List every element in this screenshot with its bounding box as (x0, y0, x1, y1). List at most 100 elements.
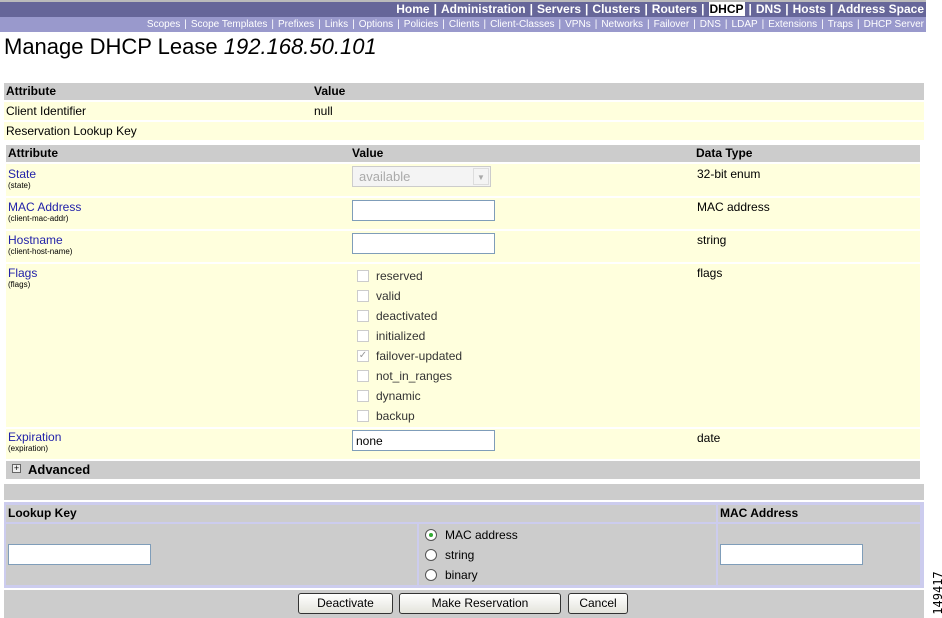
nav-ldap[interactable]: LDAP (732, 19, 758, 30)
attrs-header: Attribute Value Data Type (6, 145, 920, 162)
hostname-type: string (697, 233, 727, 247)
summary-row: Reservation Lookup Key (4, 122, 924, 140)
nav-separator: | (529, 2, 533, 16)
radio-mac-address[interactable] (425, 529, 437, 541)
nav-scopes[interactable]: Scopes (147, 19, 180, 30)
nav-separator: | (442, 19, 445, 30)
state-select[interactable]: available ▼ (352, 166, 491, 187)
expiration-link[interactable]: Expiration (8, 430, 61, 444)
nav-separator: | (761, 19, 765, 30)
nav-hosts[interactable]: Hosts (793, 2, 826, 16)
lookup-key-input[interactable] (8, 544, 151, 565)
nav-extensions[interactable]: Extensions (768, 19, 817, 30)
nav-separator: | (184, 19, 187, 30)
nav-clients[interactable]: Clients (449, 19, 480, 30)
nav-clusters[interactable]: Clusters (592, 2, 640, 16)
title-text: Manage DHCP Lease (4, 34, 218, 59)
flag-checkbox-deactivated[interactable] (357, 310, 369, 322)
nav-address-space[interactable]: Address Space (837, 2, 924, 16)
flag-label: not_in_ranges (376, 369, 453, 383)
flag-label: reserved (376, 269, 423, 283)
nav-separator: | (857, 19, 860, 30)
nav-prefixes[interactable]: Prefixes (278, 19, 314, 30)
nav-routers[interactable]: Routers (652, 2, 697, 16)
flag-checkbox-failover-updated[interactable]: ✓ (357, 350, 369, 362)
nav-separator: | (644, 2, 648, 16)
summary-header: Attribute Value (4, 83, 924, 100)
nav-home[interactable]: Home (396, 2, 429, 16)
radio-label: string (445, 548, 475, 562)
attr-value: null (314, 104, 333, 118)
mac-address-input[interactable] (352, 200, 495, 221)
nav-administration[interactable]: Administration (441, 2, 526, 16)
nav-client-classes[interactable]: Client-Classes (490, 19, 554, 30)
nav-dhcp[interactable]: DHCP (708, 2, 745, 16)
flag-label: initialized (376, 329, 426, 343)
flag-checkbox-not_in_ranges[interactable] (357, 370, 369, 382)
figure-id: 149417 (931, 571, 942, 615)
nav-links[interactable]: Links (325, 19, 348, 30)
nav-separator: | (821, 19, 824, 30)
flag-label: valid (376, 289, 401, 303)
nav-options[interactable]: Options (359, 19, 393, 30)
hostname-key: (client-host-name) (8, 247, 73, 256)
nav-dhcp-server[interactable]: DHCP Server (864, 19, 924, 30)
lookup-mac-header: MAC Address (718, 505, 920, 522)
header-value: Value (352, 146, 384, 160)
flag-label: deactivated (376, 309, 438, 323)
nav-traps[interactable]: Traps (828, 19, 853, 30)
radio-string[interactable] (425, 549, 437, 561)
nav-separator: | (352, 19, 355, 30)
nav-scope-templates[interactable]: Scope Templates (191, 19, 268, 30)
nav-policies[interactable]: Policies (404, 19, 438, 30)
mac-type: MAC address (697, 200, 770, 214)
nav-separator: | (558, 19, 562, 30)
mac-key: (client-mac-addr) (8, 214, 69, 223)
state-link[interactable]: State (8, 167, 36, 181)
flag-checkbox-valid[interactable] (357, 290, 369, 302)
attr-label: Reservation Lookup Key (6, 124, 137, 138)
flag-checkbox-backup[interactable] (357, 410, 369, 422)
nav-failover[interactable]: Failover (654, 19, 690, 30)
header-attribute: Attribute (6, 84, 56, 98)
flags-type: flags (697, 266, 723, 280)
deactivate-button[interactable]: Deactivate (298, 593, 393, 614)
nav-networks[interactable]: Networks (601, 19, 643, 30)
advanced-toggle[interactable]: + Advanced (6, 461, 920, 479)
nav-separator: | (585, 2, 589, 16)
flag-checkbox-dynamic[interactable] (357, 390, 369, 402)
nav-servers[interactable]: Servers (537, 2, 581, 16)
lookup-mac-input[interactable] (720, 544, 863, 565)
expiration-input[interactable] (352, 430, 495, 451)
flags-key: (flags) (8, 280, 31, 289)
flag-label: failover-updated (376, 349, 463, 363)
state-type: 32-bit enum (697, 167, 761, 181)
state-value: available (359, 169, 411, 184)
header-value: Value (314, 84, 346, 98)
nav-separator: | (829, 2, 834, 16)
nav-separator: | (271, 19, 275, 30)
cancel-button[interactable]: Cancel (568, 593, 628, 614)
header-attribute: Attribute (8, 146, 58, 160)
header-data-type: Data Type (696, 146, 753, 160)
lookup-key-header: Lookup Key (6, 505, 716, 522)
flag-checkbox-initialized[interactable] (357, 330, 369, 342)
attr-label: Client Identifier (6, 104, 87, 118)
flag-checkbox-reserved[interactable] (357, 270, 369, 282)
nav-vpns[interactable]: VPNs (565, 19, 591, 30)
state-key: (state) (8, 181, 31, 190)
spacer-bar (4, 484, 924, 500)
lease-ip: 192.168.50.101 (223, 34, 377, 59)
flags-link[interactable]: Flags (8, 266, 37, 280)
nav-separator: | (724, 19, 728, 30)
radio-binary[interactable] (425, 569, 437, 581)
radio-label: MAC address (445, 528, 518, 542)
hostname-link[interactable]: Hostname (8, 233, 63, 247)
make-reservation-button[interactable]: Make Reservation (399, 593, 561, 614)
hostname-input[interactable] (352, 233, 495, 254)
nav-dns[interactable]: DNS (756, 2, 781, 16)
mac-address-link[interactable]: MAC Address (8, 200, 81, 214)
secondary-nav: Scopes | Scope Templates | Prefixes | Links | Op… (0, 17, 926, 32)
row-flags (6, 264, 920, 427)
nav-dns[interactable]: DNS (700, 19, 721, 30)
